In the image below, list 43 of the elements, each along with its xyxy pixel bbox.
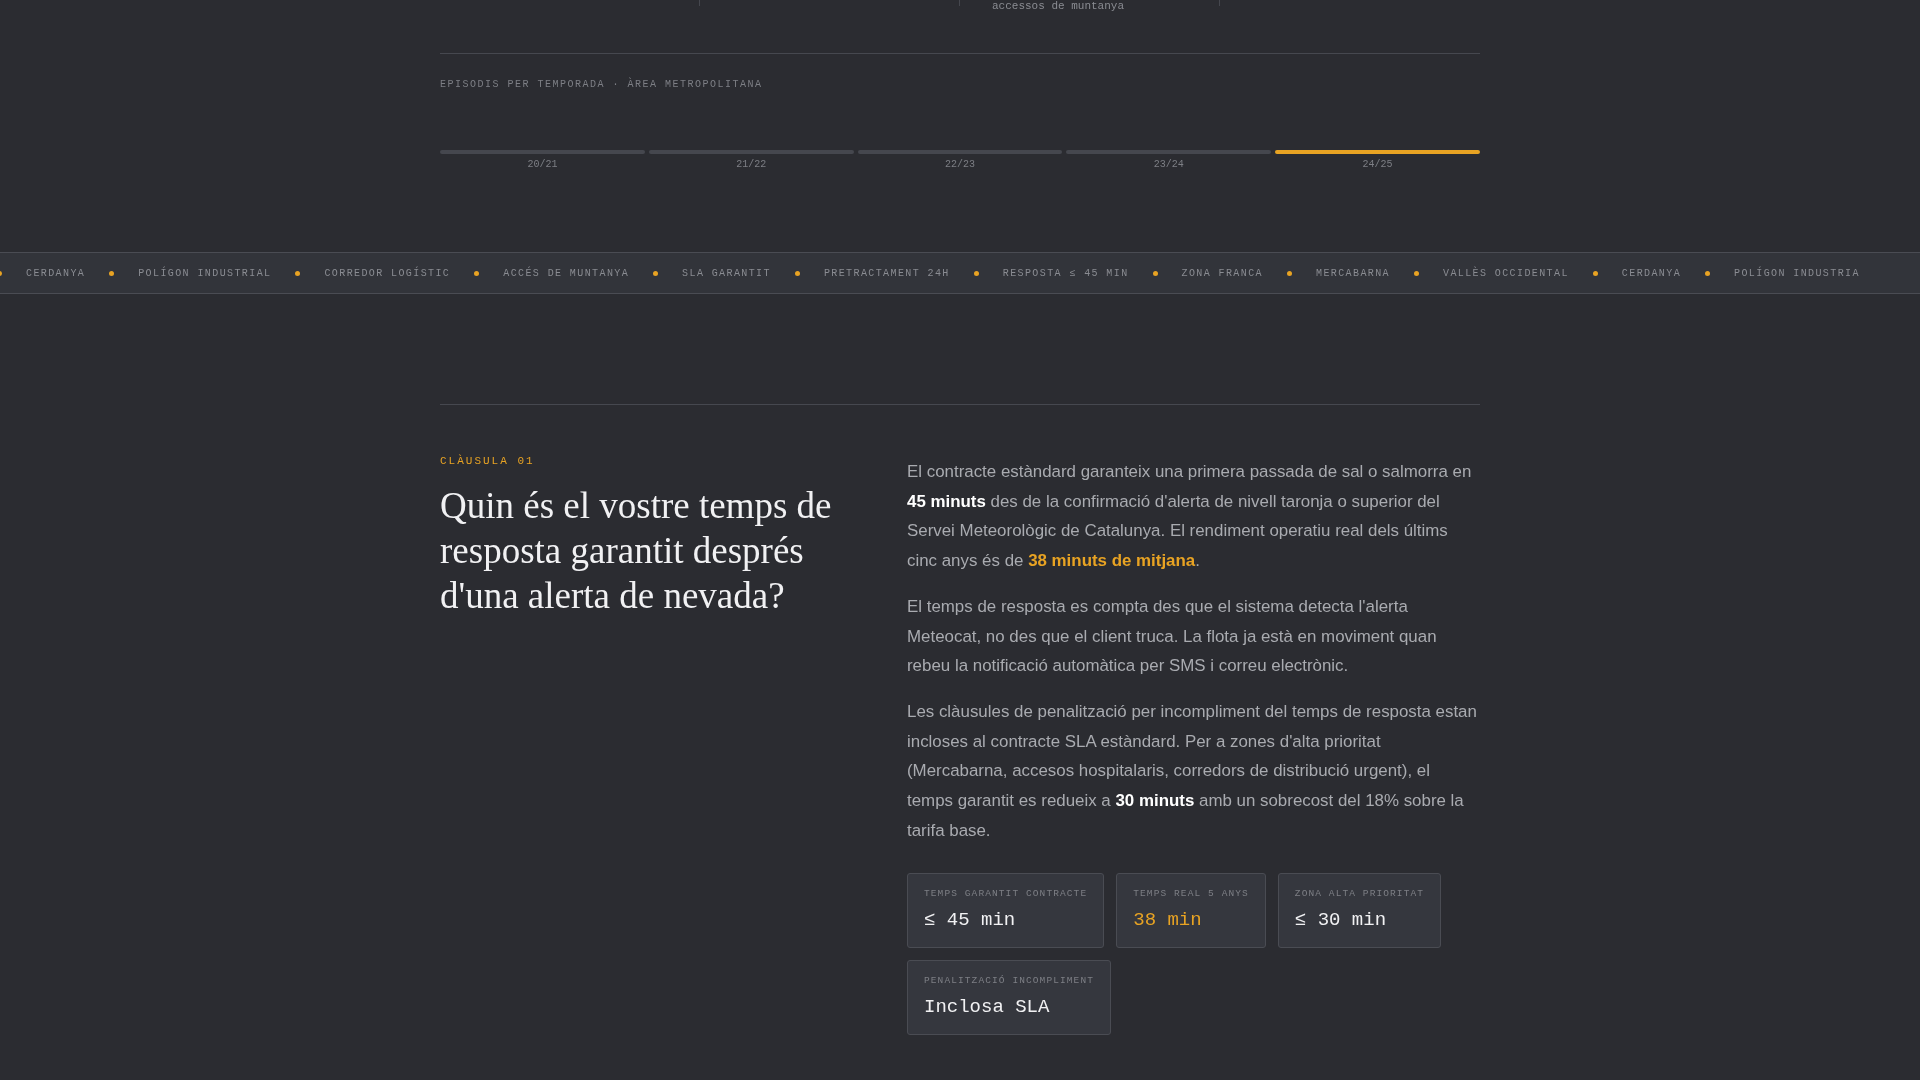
ticker-item: PRETRACTAMENT 24H	[823, 267, 950, 279]
clause-label: CLÀUSULA 01	[440, 455, 536, 467]
ticker-item: POLÍGON INDUSTRIAL	[138, 267, 272, 279]
season-label: 20/21	[527, 159, 558, 170]
ticker-item: ZONA FRANCA	[1181, 267, 1263, 279]
ticker-item: POLÍGON INDUSTRIA	[1734, 267, 1860, 279]
stat-label: TEMPS GARANTIT CONTRACTE	[924, 888, 1088, 900]
dot-icon	[474, 270, 480, 276]
dot-icon	[653, 270, 659, 276]
answer-paragraph: Les clàusules de penalització per incompliment del temps de resposta estan incloses al contracte SLA estàndard. Per a zones d'alta prioritat (Mercabarna, accesos hospitalaris, corredors de distribució urgent), el temps garantit es redueix a 30 minuts amb un sobrecost del 18% sobre la tarifa base.	[907, 700, 1478, 842]
chart-title: EPISODIS PER TEMPORADA · ÀREA METROPOLITANA	[440, 79, 764, 90]
dot-icon	[109, 270, 115, 276]
season-label: 21/22	[736, 159, 767, 170]
dot-icon	[973, 270, 979, 276]
ticker-item: ACCÉS DE MUNTANYA	[503, 267, 630, 279]
season-label: 22/23	[945, 159, 975, 170]
ticker-item: CERDANYA	[1621, 267, 1682, 279]
strip-text: accessos de muntanya	[992, 0, 1125, 12]
dot-icon	[1592, 270, 1598, 276]
ticker-item: CORREDOR LOGÍSTIC	[324, 267, 451, 279]
ticker-item: VALLÈS OCCIDENTAL	[1443, 267, 1569, 279]
stat-value: ≤ 30 min	[1294, 909, 1388, 932]
season-label: 23/24	[1153, 159, 1184, 170]
dot-icon	[1152, 270, 1158, 276]
ticker-item: CERDANYA	[26, 267, 86, 279]
clause-question: Quin és el vostre temps de resposta garantit després d'una alerta de nevada?	[440, 484, 833, 618]
dot-icon	[295, 270, 301, 276]
ticker-item: RESPOSTA ≤ 45 MIN	[1002, 267, 1129, 279]
stat-label: PENALITZACIÓ INCOMPLIMENT	[924, 975, 1095, 987]
answer-paragraph: El temps de resposta es compta des que el sistema detecta l'alerta Meteocat, no des que el client truca. La flota ja està en moviment quan rebeu la notificació automàtica per SMS i correu electrònic.	[907, 595, 1438, 678]
dot-icon	[1705, 270, 1711, 276]
dot-icon	[794, 270, 800, 276]
ticker-item: SLA GARANTIT	[682, 267, 771, 279]
dot-icon	[1287, 270, 1292, 276]
season-label: 24/25	[1362, 159, 1393, 170]
ticker-item: MERCABARNA	[1316, 267, 1390, 279]
stat-value: 38 min	[1133, 909, 1203, 932]
stat-label: ZONA ALTA PRIORITAT	[1294, 888, 1425, 900]
stat-value: ≤ 45 min	[924, 909, 1017, 932]
stat-value: Inclosa SLA	[924, 996, 1051, 1019]
dot-icon	[1414, 270, 1419, 276]
stat-label: TEMPS REAL 5 ANYS	[1133, 888, 1249, 900]
answer-paragraph: El contracte estàndard garanteix una primera passada de sal o salmorra en 45 minuts des de la confirmació d'alerta de nivell taronja o superior del Servei Meteorològic de Catalunya. El rendiment operatiu real dels últims cinc anys és de 38 minuts de mitjana.	[907, 461, 1473, 573]
